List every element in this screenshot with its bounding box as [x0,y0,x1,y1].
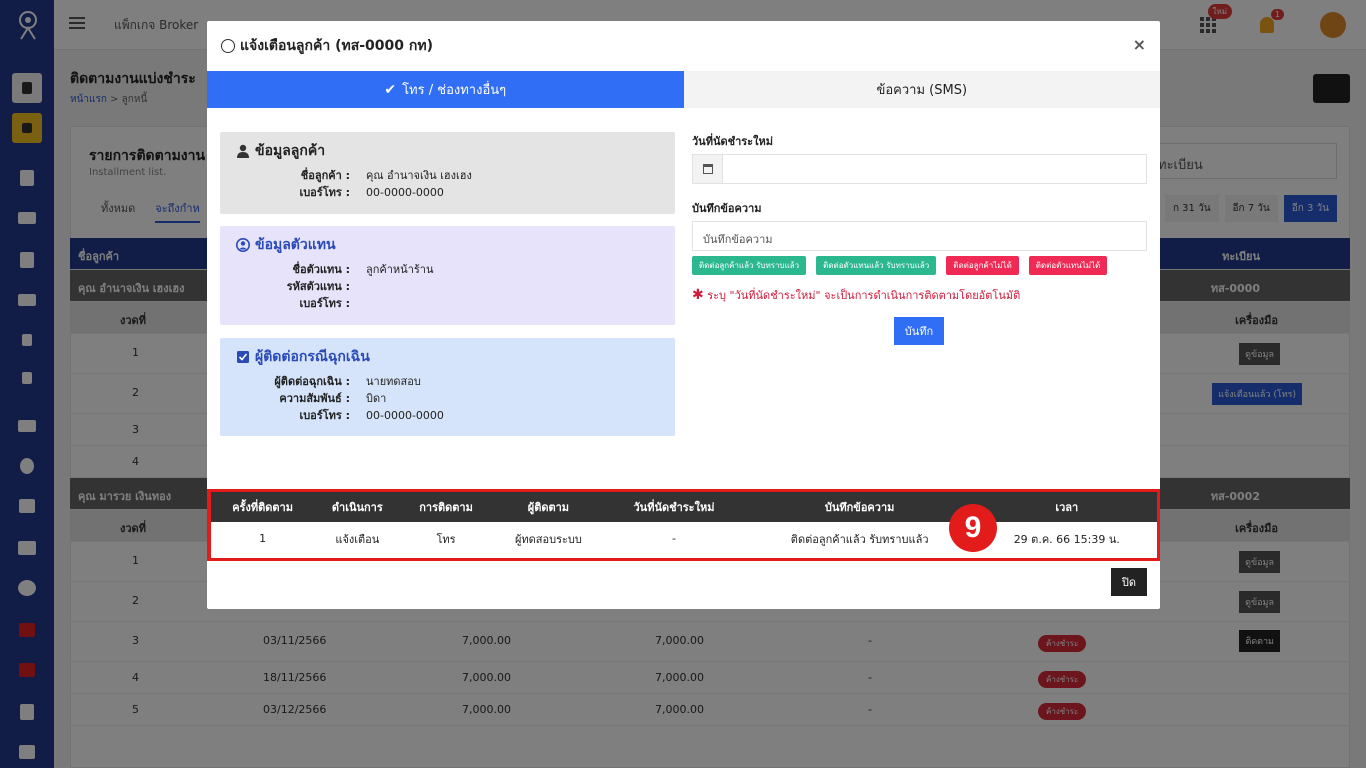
follow-history-table: ครั้งที่ติดตาม ดำเนินการ การติดตาม ผู้ติ… [207,489,1160,561]
label: ผู้ติดต่อฉุกเฉิน : [274,375,350,388]
new-date-cell: - [671,532,676,545]
emergency-contact-box: ผู้ติดต่อกรณีฉุกเฉิน ผู้ติดต่อฉุกเฉิน : น… [220,338,675,436]
method-cell: โทร [436,532,456,546]
agent-info-box: ข้อมูลตัวแทน ชื่อตัวแทน : ลูกค้าหน้าร้าน … [220,226,675,325]
emergency-contact: นายทดสอบ [366,375,421,388]
warning-text: ระบุ "วันที่นัดชำระใหม่" จะเป็นการดำเนิน… [707,289,1021,302]
emergency-relation: บิดา [366,392,387,405]
tab-sms-label: ข้อความ (SMS) [876,83,968,98]
history-header-row: ครั้งที่ติดตาม ดำเนินการ การติดตาม ผู้ติ… [211,492,1157,522]
customer-info-title: ข้อมูลลูกค้า [236,140,659,162]
calendar-icon[interactable] [693,155,723,183]
modal-header: แจ้งเตือนลูกค้า (ทส-0000 กท) [207,21,1160,71]
agent-code [366,278,659,295]
label: ชื่อตัวแทน : [292,263,350,276]
label: เบอร์โทร : [299,297,350,310]
table-row: 1 แจ้งเตือน โทร ผู้ทดสอบระบบ - ติดต่อลูก… [211,522,1157,555]
agent-code-row: รหัสตัวแทน : [236,278,659,295]
col-note: บันทึกข้อความ [742,492,977,522]
emergency-contact-row: ผู้ติดต่อฉุกเฉิน : นายทดสอบ [236,373,659,390]
close-icon[interactable]: × [1133,35,1146,54]
modal-tabs: ✔ โทร / ช่องทางอื่นๆ ข้อความ (SMS) [207,71,1160,108]
note-label: บันทึกข้อความ [692,202,762,215]
tab-sms[interactable]: ข้อความ (SMS) [683,71,1160,108]
agent-name-row: ชื่อตัวแทน : ลูกค้าหน้าร้าน [236,261,659,278]
label: เบอร์โทร : [299,186,350,199]
customer-info-title-text: ข้อมูลลูกค้า [255,143,326,159]
agent-info-title-text: ข้อมูลตัวแทน [255,237,336,253]
action-cell: แจ้งเตือน [335,532,380,546]
attempt-cell: 1 [259,532,267,545]
save-button[interactable]: บันทึก [894,317,944,345]
emergency-title: ผู้ติดต่อกรณีฉุกเฉิน [236,346,659,368]
col-time: เวลา [976,492,1157,522]
notify-customer-modal: แจ้งเตือนลูกค้า (ทส-0000 กท) × ✔ โทร / ช่… [207,21,1160,609]
customer-phone: 00-0000-0000 [366,186,444,199]
user-icon [237,144,249,158]
agent-phone-row: เบอร์โทร : [236,295,659,312]
emergency-title-text: ผู้ติดต่อกรณีฉุกเฉิน [255,349,370,365]
quick-note-buttons: ติดต่อลูกค้าแล้ว รับทราบแล้ว ติดต่อตัวแท… [692,256,1108,275]
label: เบอร์โทร : [299,409,350,422]
modal-title: แจ้งเตือนลูกค้า (ทส-0000 กท) [240,38,433,54]
follower-cell: ผู้ทดสอบระบบ [514,532,582,546]
time-cell: 29 ต.ค. 66 15:39 น. [1013,532,1120,546]
new-date-input[interactable] [692,154,1147,184]
quick-agent-unreachable[interactable]: ติดต่อตัวแทนไม่ได้ [1028,256,1108,275]
customer-info-box: ข้อมูลลูกค้า ชื่อลูกค้า : คุณ อำนาจเงิน เ… [220,132,675,214]
col-new-date: วันที่นัดชำระใหม่ [605,492,743,522]
smile-icon [221,39,235,53]
col-action: ดำเนินการ [314,492,401,522]
label: ความสัมพันธ์ : [279,392,350,405]
agent-phone [366,295,659,312]
tab-call[interactable]: ✔ โทร / ช่องทางอื่นๆ [207,71,684,108]
auto-follow-warning: ✱ ระบุ "วันที่นัดชำระใหม่" จะเป็นการดำเน… [692,286,1020,304]
emergency-phone: 00-0000-0000 [366,409,444,422]
customer-phone-row: เบอร์โทร : 00-0000-0000 [236,184,659,201]
customer-name-row: ชื่อลูกค้า : คุณ อำนาจเงิน เฮงเฮง [236,167,659,184]
agent-name: ลูกค้าหน้าร้าน [366,263,434,276]
col-attempt: ครั้งที่ติดตาม [211,492,315,522]
emergency-relation-row: ความสัมพันธ์ : บิดา [236,390,659,407]
emergency-phone-row: เบอร์โทร : 00-0000-0000 [236,407,659,424]
asterisk-icon: ✱ [692,287,704,303]
quick-customer-ack[interactable]: ติดต่อลูกค้าแล้ว รับทราบแล้ว [692,256,807,275]
contact-book-icon [237,351,249,363]
new-date-label: วันที่นัดชำระใหม่ [692,135,773,148]
label: ชื่อลูกค้า : [300,169,350,182]
tab-call-label: โทร / ช่องทางอื่นๆ [402,83,507,98]
user-circle-icon [236,238,250,252]
label: รหัสตัวแทน : [286,280,350,293]
close-button[interactable]: ปิด [1111,568,1147,596]
quick-agent-ack[interactable]: ติดต่อตัวแทนแล้ว รับทราบแล้ว [816,256,937,275]
note-cell: ติดต่อลูกค้าแล้ว รับทราบแล้ว [790,532,929,546]
step-number-badge: 9 [949,504,997,552]
agent-info-title: ข้อมูลตัวแทน [236,234,659,256]
note-input[interactable]: บันทึกข้อความ [692,221,1147,251]
customer-name: คุณ อำนาจเงิน เฮงเฮง [366,169,472,182]
col-method: การติดตาม [400,492,492,522]
quick-customer-unreachable[interactable]: ติดต่อลูกค้าไม่ได้ [946,256,1019,275]
col-follower: ผู้ติดตาม [491,492,606,522]
check-icon: ✔ [384,81,397,98]
